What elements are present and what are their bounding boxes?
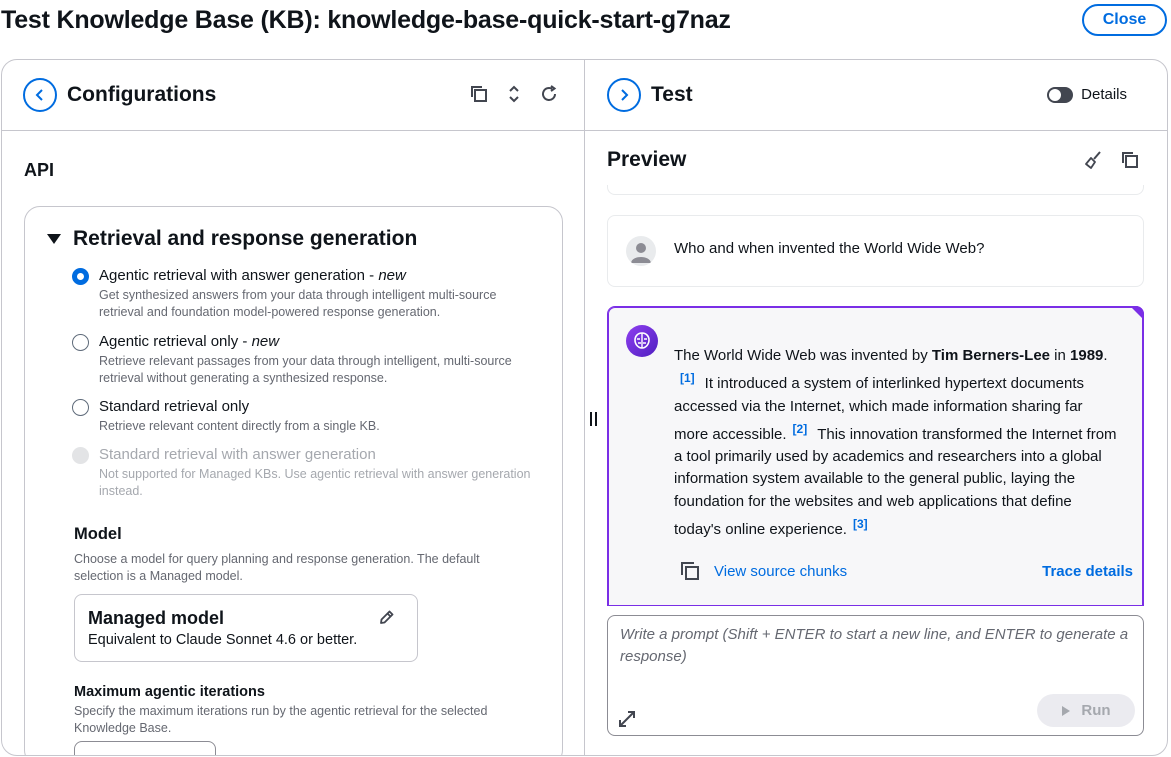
radio-button[interactable] bbox=[72, 399, 89, 416]
view-source-chunks-label: View source chunks bbox=[714, 562, 848, 580]
radio-label: Standard retrieval with answer generatio… bbox=[99, 446, 376, 463]
citation-2[interactable]: [2] bbox=[793, 422, 808, 436]
max-iterations-input[interactable] bbox=[74, 741, 216, 755]
radio-description: Get synthesized answers from your data t… bbox=[99, 288, 497, 319]
new-tag: new bbox=[378, 267, 406, 284]
prompt-placeholder: Write a prompt (Shift + ENTER to start a… bbox=[620, 626, 1129, 665]
user-message: Who and when invented the World Wide Web… bbox=[607, 215, 1144, 287]
citation-3[interactable]: [3] bbox=[853, 517, 868, 531]
play-icon bbox=[1062, 705, 1071, 716]
model-description: Choose a model for query planning and re… bbox=[74, 552, 480, 583]
details-toggle[interactable] bbox=[1047, 86, 1074, 103]
configurations-pane: Configurations API Retrieval and respons… bbox=[2, 60, 585, 755]
clear-broom-icon[interactable] bbox=[1083, 150, 1102, 169]
expand-icon[interactable] bbox=[618, 710, 636, 733]
model-heading: Model bbox=[74, 525, 122, 543]
close-button[interactable]: Close bbox=[1082, 4, 1167, 36]
retrieval-section-toggle[interactable]: Retrieval and response generation bbox=[47, 227, 417, 251]
model-subtitle: Equivalent to Claude Sonnet 4.6 or bette… bbox=[88, 632, 358, 648]
ai-corner-marker bbox=[1130, 306, 1144, 320]
radio-label: Agentic retrieval only - bbox=[99, 333, 252, 350]
collapse-configurations-button[interactable] bbox=[23, 78, 57, 112]
radio-description: Not supported for Managed KBs. Use agent… bbox=[99, 467, 531, 498]
radio-description: Retrieve relevant content directly from … bbox=[99, 419, 380, 433]
max-iterations-description: Specify the maximum iterations run by th… bbox=[74, 704, 488, 735]
copy-icon bbox=[681, 562, 699, 580]
radio-label: Standard retrieval only bbox=[99, 398, 250, 415]
edit-pencil-icon[interactable] bbox=[378, 609, 395, 631]
test-kb-panel: Configurations API Retrieval and respons… bbox=[1, 59, 1168, 756]
test-title: Test bbox=[651, 83, 693, 106]
user-question: Who and when invented the World Wide Web… bbox=[674, 240, 985, 257]
collapse-test-button[interactable] bbox=[607, 78, 641, 112]
radio-label: Agentic retrieval with answer generation… bbox=[99, 267, 379, 284]
copy-conversation-icon[interactable] bbox=[1120, 150, 1139, 169]
radio-description: Retrieve relevant passages from your dat… bbox=[99, 354, 512, 385]
retrieval-section: Retrieval and response generation Agenti… bbox=[24, 206, 563, 755]
ai-brain-icon bbox=[626, 325, 658, 357]
answer-part: . bbox=[1103, 347, 1108, 364]
pane-resize-handle[interactable] bbox=[590, 412, 598, 426]
run-label: Run bbox=[1081, 702, 1111, 719]
answer-part: in bbox=[1050, 347, 1071, 364]
view-source-chunks-link[interactable]: View source chunks bbox=[680, 561, 847, 581]
radio-button[interactable] bbox=[72, 268, 89, 285]
previous-message-edge bbox=[607, 185, 1144, 195]
retrieval-section-title: Retrieval and response generation bbox=[73, 227, 418, 250]
radio-option-agentic-answer[interactable]: Agentic retrieval with answer generation… bbox=[72, 267, 539, 321]
radio-button-disabled bbox=[72, 447, 89, 464]
test-header: Test Details bbox=[585, 60, 1167, 131]
ai-response: The World Wide Web was invented by Tim B… bbox=[607, 306, 1144, 606]
test-pane: Test Details Preview Who and when invent… bbox=[585, 60, 1167, 755]
run-button[interactable]: Run bbox=[1037, 694, 1135, 727]
trace-details-link[interactable]: Trace details bbox=[1042, 563, 1133, 580]
radio-option-agentic-only[interactable]: Agentic retrieval only - new Retrieve re… bbox=[72, 333, 539, 387]
new-tag: new bbox=[251, 333, 280, 350]
configurations-title: Configurations bbox=[67, 83, 217, 106]
answer-part: The World Wide Web was invented by bbox=[674, 347, 932, 364]
details-label: Details bbox=[1081, 86, 1127, 103]
api-label: API bbox=[24, 160, 55, 180]
page-title: Test Knowledge Base (KB): knowledge-base… bbox=[1, 6, 731, 34]
chevron-right-icon bbox=[621, 89, 629, 101]
chevron-left-icon bbox=[35, 89, 43, 101]
answer-bold-name: Tim Berners-Lee bbox=[931, 347, 1051, 364]
prompt-textarea[interactable]: Write a prompt (Shift + ENTER to start a… bbox=[607, 615, 1144, 736]
ai-answer-text: The World Wide Web was invented by Tim B… bbox=[674, 345, 1119, 541]
answer-bold-year: 1989 bbox=[1070, 347, 1104, 364]
model-name: Managed model bbox=[88, 608, 225, 628]
max-iterations-heading: Maximum agentic iterations bbox=[74, 684, 265, 700]
configurations-header: Configurations bbox=[2, 60, 584, 131]
radio-option-standard-answer: Standard retrieval with answer generatio… bbox=[72, 446, 539, 500]
expand-collapse-icon[interactable] bbox=[504, 84, 523, 103]
citation-1[interactable]: [1] bbox=[680, 371, 695, 385]
caret-down-icon bbox=[47, 234, 61, 244]
refresh-icon[interactable] bbox=[539, 84, 558, 103]
radio-button[interactable] bbox=[72, 334, 89, 351]
user-avatar-icon bbox=[626, 236, 656, 266]
preview-title: Preview bbox=[607, 148, 687, 171]
copy-icon[interactable] bbox=[469, 84, 488, 103]
configurations-body[interactable]: API Retrieval and response generation Ag… bbox=[2, 132, 584, 755]
radio-option-standard-only[interactable]: Standard retrieval only Retrieve relevan… bbox=[72, 398, 539, 435]
model-card[interactable]: Managed model Equivalent to Claude Sonne… bbox=[74, 594, 418, 662]
